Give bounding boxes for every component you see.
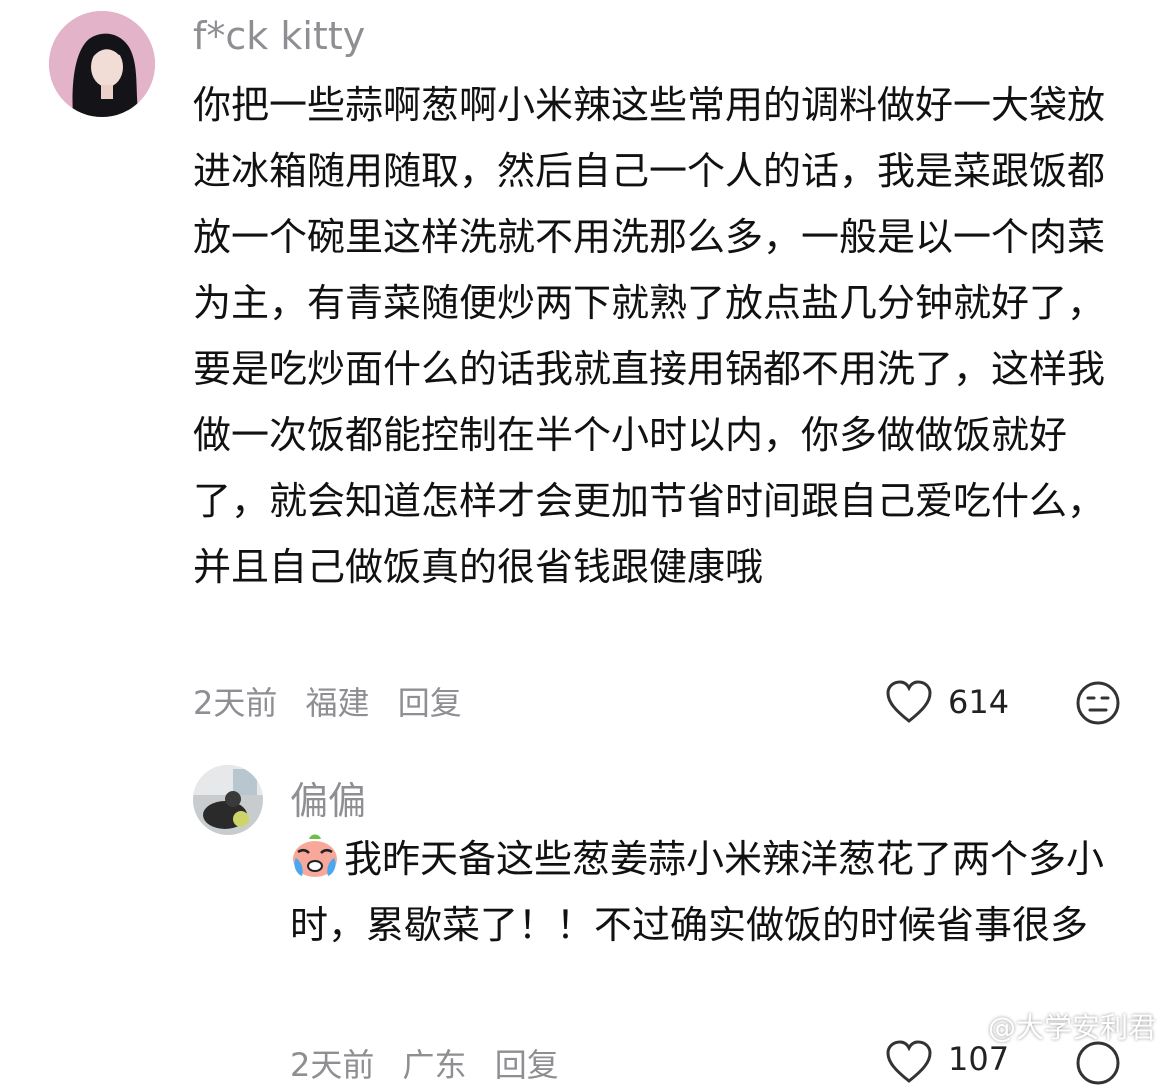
comment-item: f*ck kitty 你把一些蒜啊葱啊小米辣这些常用的调料做好一大袋放进冰箱随用… bbox=[0, 0, 1170, 740]
meh-face-icon[interactable] bbox=[1075, 680, 1121, 726]
comment-location: 福建 bbox=[305, 684, 370, 722]
reply-location: 广东 bbox=[402, 1046, 467, 1084]
watermark-text: @大学安利君 bbox=[987, 1011, 1156, 1044]
comment-meta: 2天前 福建 回复 bbox=[193, 678, 474, 724]
meh-face-icon[interactable] bbox=[1075, 1040, 1121, 1086]
heart-outline-icon[interactable] bbox=[885, 1040, 933, 1084]
username[interactable]: f*ck kitty bbox=[193, 14, 365, 58]
reply-text: 我昨天备这些葱姜蒜小米辣洋葱花了两个多小时，累歇菜了！！不过确实做饭的时候省事很… bbox=[290, 837, 1105, 947]
watermark: @大学安利君 bbox=[944, 1006, 1156, 1046]
reply-meta: 2天前 广东 回复 bbox=[290, 1040, 571, 1086]
heart-outline-icon[interactable] bbox=[885, 680, 933, 724]
reply-button[interactable]: 回复 bbox=[495, 1046, 559, 1084]
comment-text: 你把一些蒜啊葱啊小米辣这些常用的调料做好一大袋放进冰箱随用随取，然后自己一个人的… bbox=[193, 83, 1106, 589]
crying-face-emoji bbox=[293, 834, 337, 877]
weibo-logo-icon bbox=[944, 1013, 984, 1043]
like-count: 614 bbox=[948, 683, 1010, 721]
avatar[interactable] bbox=[49, 11, 155, 117]
avatar[interactable] bbox=[193, 765, 263, 835]
reply-time: 2天前 bbox=[290, 1046, 375, 1084]
reply-button[interactable]: 回复 bbox=[398, 684, 462, 722]
comment-time: 2天前 bbox=[193, 684, 278, 722]
reply-text-block: 我昨天备这些葱姜蒜小米辣洋葱花了两个多小时，累歇菜了！！不过确实做饭的时候省事很… bbox=[290, 826, 1120, 958]
username[interactable]: 偏偏 bbox=[290, 770, 366, 825]
